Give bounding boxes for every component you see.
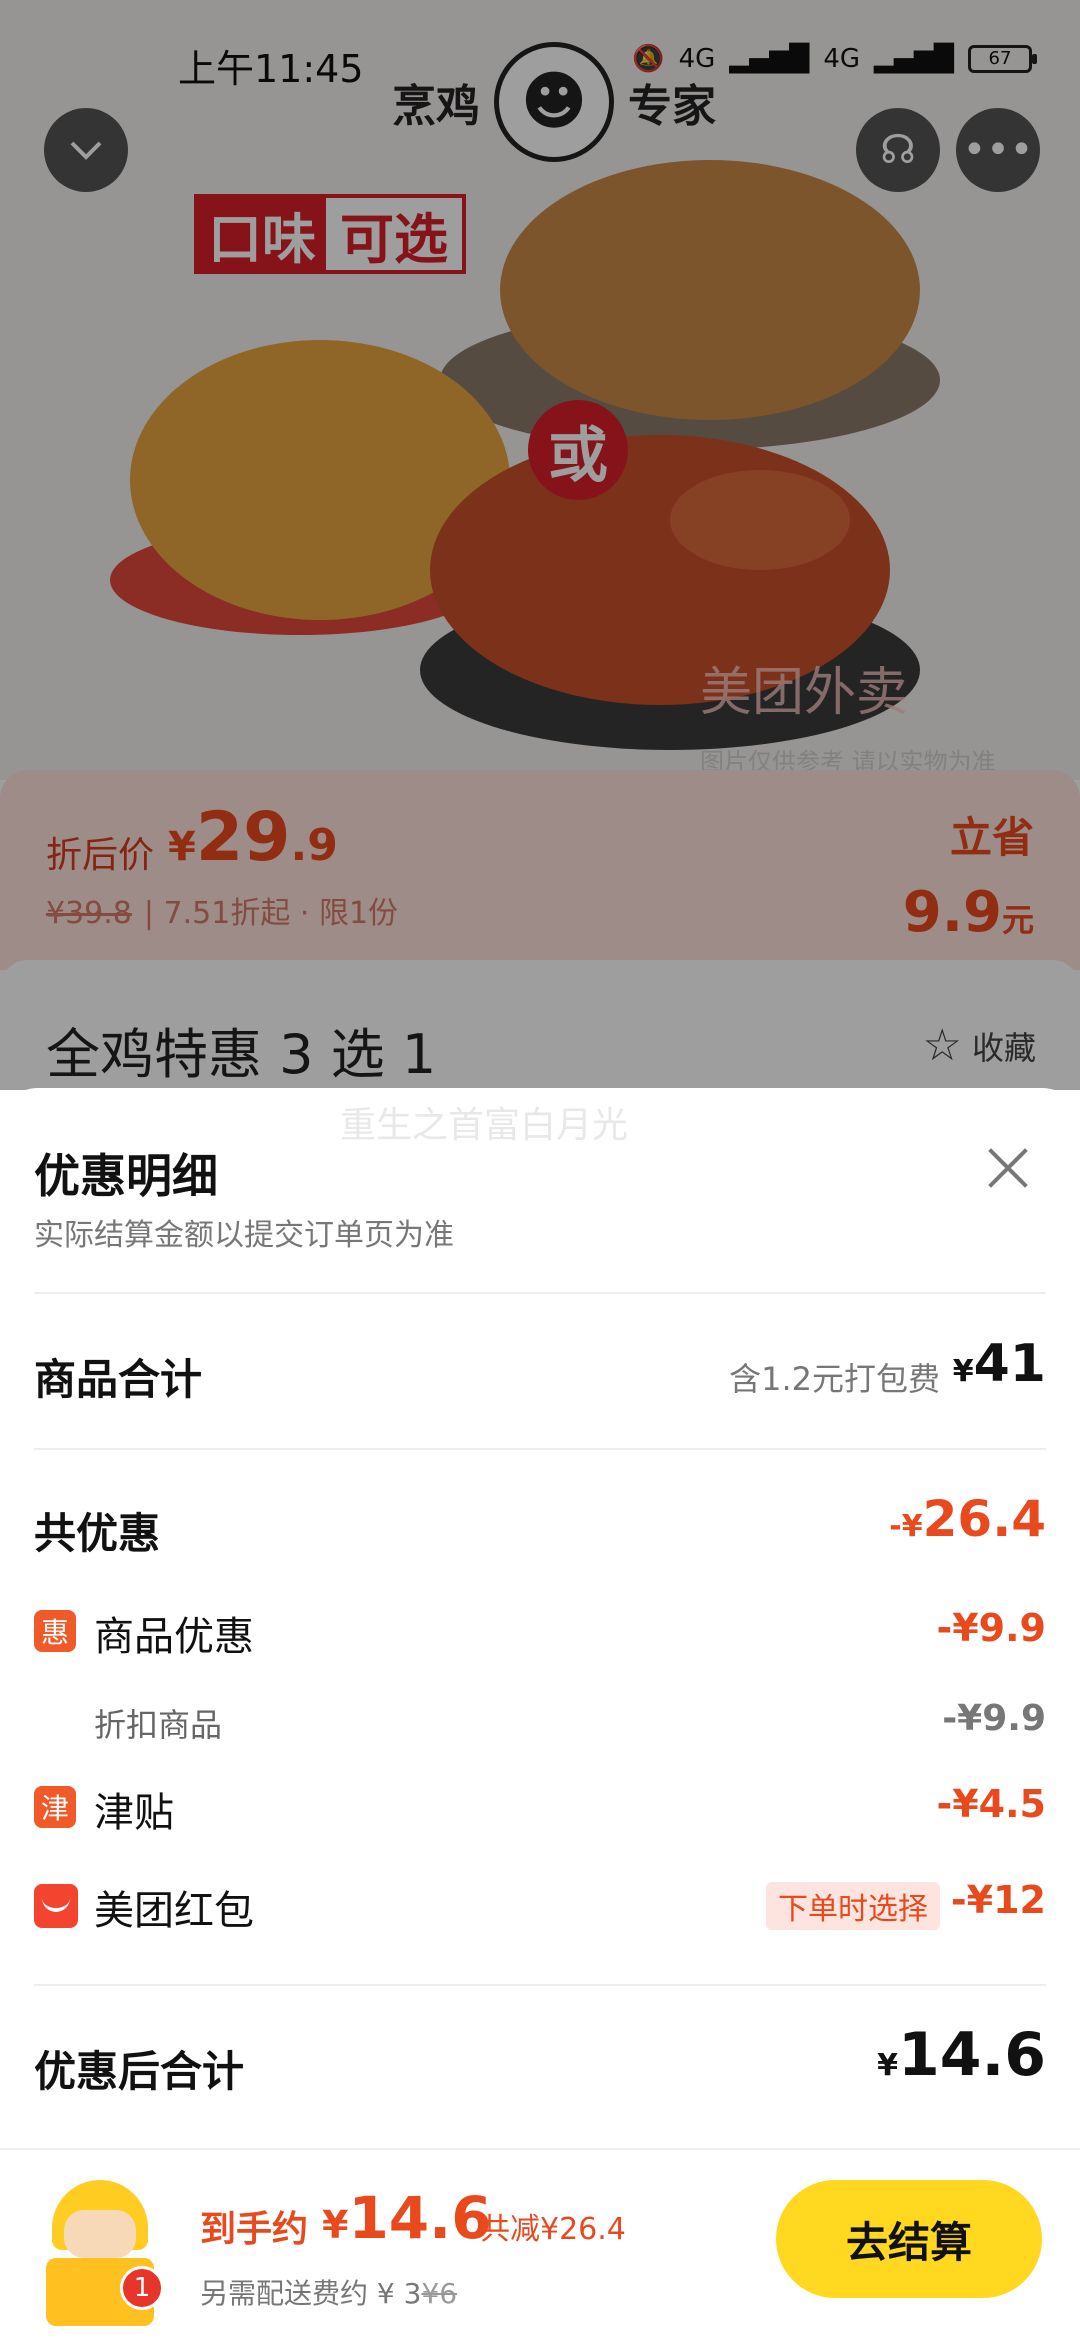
packing-fee-note: 含1.2元打包费 [729, 1360, 940, 1398]
item-product-discount-label: 商品优惠 [94, 1614, 254, 1660]
final-total-amount: ¥14.6 [877, 2020, 1046, 2090]
checkout-saved: 共减¥26.4 [480, 2212, 626, 2247]
checkout-price: ¥14.6 [322, 2184, 492, 2252]
total-discount-amount: -¥26.4 [889, 1490, 1046, 1548]
total-discount-prefix: -¥ [889, 1509, 923, 1544]
delivery-fee-original: ¥6 [421, 2277, 458, 2310]
divider [34, 1984, 1046, 1986]
dim-overlay[interactable] [0, 0, 1080, 1090]
final-total-label: 优惠后合计 [34, 2047, 245, 2096]
final-currency: ¥ [877, 2048, 898, 2083]
total-discount-label: 共优惠 [34, 1509, 161, 1558]
sheet-subtitle: 实际结算金额以提交订单页为准 [34, 1218, 454, 1253]
checkout-currency: ¥ [322, 2203, 349, 2247]
item-discounted-goods-amount: -¥9.9 [942, 1698, 1046, 1739]
final-value: 14.6 [897, 2020, 1046, 2090]
cart-count-badge: 1 [120, 2266, 164, 2310]
subtotal-value: 41 [973, 1334, 1046, 1394]
sheet-title: 优惠明细 [34, 1149, 218, 1203]
cart-mascot-icon[interactable]: 1 [30, 2170, 170, 2330]
subtotal-currency: ¥ [952, 1354, 974, 1389]
discount-tag-icon: 惠 [34, 1610, 76, 1652]
select-at-order-pill[interactable]: 下单时选择 [766, 1882, 940, 1930]
item-product-discount-amount: -¥9.9 [936, 1606, 1046, 1650]
discount-detail-sheet: 重生之首富白月光 优惠明细 实际结算金额以提交订单页为准 商品合计 含1.2元打… [0, 1088, 1080, 2148]
divider [34, 1448, 1046, 1450]
item-red-packet-amount: -¥12 [950, 1878, 1046, 1922]
close-icon[interactable] [980, 1140, 1036, 1196]
item-allowance-label: 津贴 [94, 1790, 174, 1836]
delivery-fee: 另需配送费约 ¥ 3¥6 [200, 2272, 457, 2312]
checkout-price-label: 到手约 [200, 2209, 309, 2250]
checkout-button[interactable]: 去结算 [776, 2180, 1042, 2298]
subtotal-label: 商品合计 [34, 1355, 203, 1404]
allowance-tag-icon: 津 [34, 1786, 76, 1828]
total-discount-value: 26.4 [922, 1490, 1046, 1548]
checkout-bar: 1 到手约 ¥14.6 共减¥26.4 另需配送费约 ¥ 3¥6 去结算 [0, 2148, 1080, 2340]
item-red-packet-label: 美团红包 [94, 1888, 254, 1934]
item-discounted-goods-label: 折扣商品 [94, 1706, 223, 1744]
checkout-price-value: 14.6 [348, 2184, 492, 2252]
item-allowance-amount: -¥4.5 [936, 1782, 1046, 1826]
shadow-text: 重生之首富白月光 [340, 1105, 629, 1146]
delivery-fee-prefix: 另需配送费约 ¥ 3 [200, 2277, 422, 2310]
divider [34, 1292, 1046, 1294]
red-envelope-icon [34, 1884, 78, 1928]
subtotal-amount: ¥41 [953, 1334, 1046, 1394]
